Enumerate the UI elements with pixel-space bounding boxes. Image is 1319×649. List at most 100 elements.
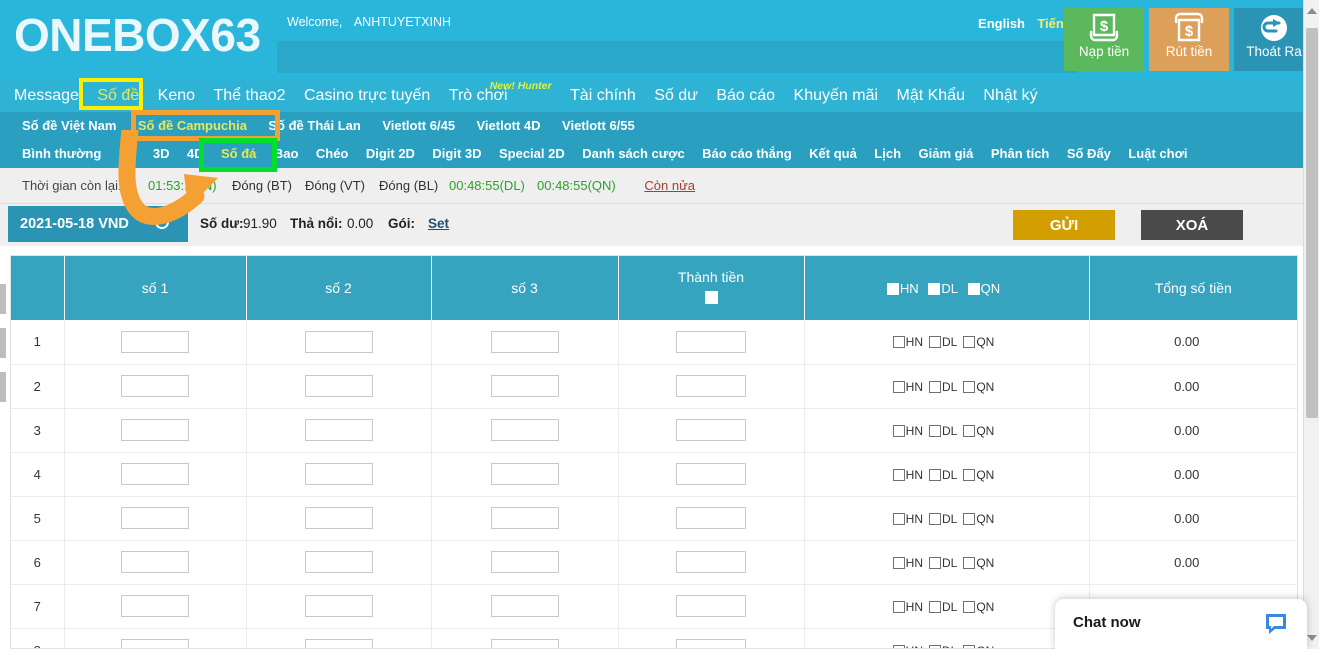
region-dl-option[interactable]: DL xyxy=(929,556,957,570)
region-qn-option[interactable]: QN xyxy=(963,644,994,648)
mode-item-cheo[interactable]: Chéo xyxy=(316,140,349,168)
subnav-item-so-de-viet-nam[interactable]: Số đề Việt Nam xyxy=(22,112,116,140)
region-dl-checkbox[interactable] xyxy=(929,424,941,437)
amount-input[interactable] xyxy=(676,507,746,529)
region-hn-checkbox[interactable] xyxy=(892,644,905,648)
num2-input[interactable] xyxy=(304,419,373,441)
nav-item-so-de[interactable]: Số đề xyxy=(97,80,139,112)
num2-input[interactable] xyxy=(304,507,373,529)
mode-item-phan-tich[interactable]: Phân tích xyxy=(991,140,1050,168)
region-hn-checkbox[interactable] xyxy=(892,424,905,437)
num2-input[interactable] xyxy=(304,595,373,617)
nav-item-so-du[interactable]: Số dư xyxy=(654,80,698,112)
num1-input[interactable] xyxy=(121,463,189,485)
header-region-dl-checkbox[interactable] xyxy=(928,283,941,295)
region-dl-option[interactable]: DL xyxy=(929,380,957,394)
region-hn-checkbox[interactable] xyxy=(892,512,905,525)
region-qn-option[interactable]: QN xyxy=(963,556,994,570)
region-hn-option[interactable]: HN xyxy=(892,335,923,349)
header-region-dl[interactable]: DL xyxy=(928,281,958,296)
amount-input[interactable] xyxy=(676,330,746,353)
amount-input[interactable] xyxy=(676,463,746,485)
subnav-item-vietlott-645[interactable]: Vietlott 6/45 xyxy=(382,112,455,140)
num3-input[interactable] xyxy=(490,330,559,353)
region-qn-checkbox[interactable] xyxy=(963,468,976,481)
num3-input[interactable] xyxy=(490,595,559,617)
region-hn-option[interactable]: HN xyxy=(892,644,923,648)
mode-item-4d[interactable]: 4D xyxy=(187,140,204,168)
region-qn-option[interactable]: QN xyxy=(963,468,994,482)
mode-item-luat-choi[interactable]: Luật chơi xyxy=(1128,140,1187,168)
region-dl-option[interactable]: DL xyxy=(929,644,957,648)
mode-item-danh-sach-cuoc[interactable]: Danh sách cược xyxy=(582,140,684,168)
nav-item-casino[interactable]: Casino trực tuyến xyxy=(304,80,430,112)
region-qn-checkbox[interactable] xyxy=(963,644,976,648)
mode-item-special-2d[interactable]: Special 2D xyxy=(499,140,565,168)
region-dl-option[interactable]: DL xyxy=(929,335,957,349)
num3-input[interactable] xyxy=(490,551,559,573)
region-qn-option[interactable]: QN xyxy=(963,600,994,614)
scroll-down-arrow-icon[interactable] xyxy=(1307,635,1317,641)
region-hn-checkbox[interactable] xyxy=(892,380,905,393)
region-qn-option[interactable]: QN xyxy=(963,424,994,438)
num2-input[interactable] xyxy=(304,551,373,573)
region-qn-option[interactable]: QN xyxy=(963,380,994,394)
num3-input[interactable] xyxy=(490,507,559,529)
region-dl-checkbox[interactable] xyxy=(929,380,941,393)
region-dl-checkbox[interactable] xyxy=(929,556,941,569)
nav-item-khuyen-mai[interactable]: Khuyến mãi xyxy=(794,80,879,112)
region-hn-option[interactable]: HN xyxy=(892,556,923,570)
region-qn-checkbox[interactable] xyxy=(963,600,976,613)
clear-bet-button[interactable]: XOÁ xyxy=(1141,210,1243,240)
mode-item-ket-qua[interactable]: Kết quả xyxy=(809,140,857,168)
mode-item-so-day[interactable]: Số Đẩy xyxy=(1067,140,1111,168)
nav-item-tai-chinh[interactable]: Tài chính xyxy=(570,80,636,112)
region-qn-option[interactable]: QN xyxy=(963,335,994,349)
num2-input[interactable] xyxy=(304,330,373,353)
region-qn-checkbox[interactable] xyxy=(963,380,976,393)
region-dl-option[interactable]: DL xyxy=(929,600,957,614)
region-dl-option[interactable]: DL xyxy=(929,468,957,482)
mode-item-bao[interactable]: Bao xyxy=(274,140,299,168)
language-english[interactable]: English xyxy=(978,16,1025,31)
region-hn-option[interactable]: HN xyxy=(892,468,923,482)
region-hn-option[interactable]: HN xyxy=(892,600,923,614)
amount-input[interactable] xyxy=(676,595,746,617)
nav-item-keno[interactable]: Keno xyxy=(158,80,195,112)
region-dl-checkbox[interactable] xyxy=(929,468,941,481)
region-dl-checkbox[interactable] xyxy=(929,600,941,613)
scroll-up-arrow-icon[interactable] xyxy=(1307,8,1317,14)
subnav-item-so-de-campuchia[interactable]: Số đề Campuchia xyxy=(138,112,247,140)
scrollbar-thumb[interactable] xyxy=(1306,28,1318,418)
num2-input[interactable] xyxy=(304,463,373,485)
amount-input[interactable] xyxy=(676,375,746,397)
chat-widget[interactable]: Chat now xyxy=(1055,599,1307,649)
region-hn-checkbox[interactable] xyxy=(892,336,905,349)
num1-input[interactable] xyxy=(121,507,189,529)
mode-item-3d[interactable]: 3D xyxy=(153,140,170,168)
deposit-button[interactable]: $ Nạp tiền xyxy=(1064,8,1144,71)
chat-bubble-icon[interactable] xyxy=(1263,611,1289,642)
nav-item-bao-cao[interactable]: Báo cáo xyxy=(716,80,775,112)
num2-input[interactable] xyxy=(304,375,373,397)
amount-input[interactable] xyxy=(676,419,746,441)
nav-item-message[interactable]: Message xyxy=(14,80,79,112)
region-hn-checkbox[interactable] xyxy=(892,468,905,481)
mode-item-digit-3d[interactable]: Digit 3D xyxy=(432,140,481,168)
num1-input[interactable] xyxy=(121,375,189,397)
num3-input[interactable] xyxy=(490,419,559,441)
mode-item-2d[interactable]: 2D xyxy=(119,140,136,168)
region-dl-checkbox[interactable] xyxy=(929,644,941,648)
mode-item-bao-cao-thang[interactable]: Báo cáo thắng xyxy=(702,140,792,168)
num3-input[interactable] xyxy=(490,639,559,648)
header-region-qn-checkbox[interactable] xyxy=(967,283,980,295)
mode-item-binh-thuong[interactable]: Bình thường xyxy=(22,140,101,168)
nav-item-nhat-ky[interactable]: Nhật ký xyxy=(983,80,1037,112)
amount-input[interactable] xyxy=(676,551,746,573)
num3-input[interactable] xyxy=(490,463,559,485)
withdraw-button[interactable]: $ Rút tiền xyxy=(1149,8,1229,71)
subnav-item-vietlott-4d[interactable]: Vietlott 4D xyxy=(477,112,541,140)
refresh-icon[interactable] xyxy=(152,212,172,232)
nav-item-mat-khau[interactable]: Mật Khẩu xyxy=(896,80,964,112)
header-region-hn-checkbox[interactable] xyxy=(886,283,899,295)
